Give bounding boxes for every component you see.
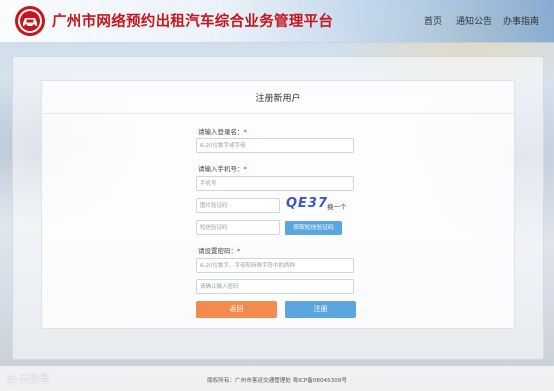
image-code-input[interactable] [196,198,280,213]
captcha-refresh-link[interactable]: 换一个 [327,201,347,211]
card-title: 注册新用户 [255,94,301,104]
sms-code-input[interactable] [196,220,280,235]
username-input[interactable] [196,138,354,153]
get-sms-code-button[interactable]: 获取短信验证码 [285,221,342,235]
top-header: 广州市网络预约出租汽车综合业务管理平台 首页 通知公告 办事指南 [0,0,554,43]
username-label: 请输入登录名：* [198,128,247,136]
phone-input[interactable] [196,176,354,191]
logo-icon [15,6,45,36]
back-button[interactable]: 返回 [196,301,277,318]
required-mark: * [243,128,247,136]
password-input[interactable] [196,258,354,273]
required-mark: * [243,165,247,173]
footer-copyright: 版权所有：广州市客运交通管理处 粤ICP备08045309号 [207,378,347,384]
required-mark: * [237,247,241,255]
password-label: 请设置密码：* [198,247,241,255]
nav-guide[interactable]: 办事指南 [503,14,539,27]
site-title: 广州市网络预约出租汽车综合业务管理平台 [52,14,334,30]
nav-home[interactable]: 首页 [424,14,442,27]
footer: 版权所有：广州市客运交通管理处 粤ICP备08045309号 [0,366,554,391]
phone-label: 请输入手机号：* [198,165,247,173]
captcha-image[interactable]: QE37 [286,196,327,214]
watermark: @ 大鱼号 [6,374,50,385]
card-header: 注册新用户 [42,81,514,114]
nav-notices[interactable]: 通知公告 [456,14,492,27]
confirm-password-input[interactable] [196,279,354,294]
register-button[interactable]: 注册 [285,301,356,318]
